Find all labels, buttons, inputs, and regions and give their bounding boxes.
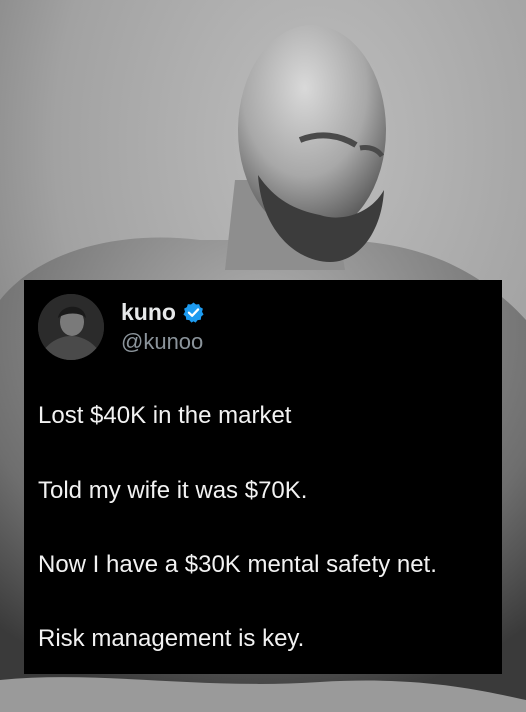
- tweet-text-line: Lost $40K in the market: [38, 402, 292, 429]
- user-avatar[interactable]: [38, 294, 104, 360]
- verified-badge-icon: [183, 302, 204, 323]
- tweet-card: kuno @kunoo Lost $40K in the market Told…: [24, 280, 502, 674]
- tweet-text-line: Now I have a $30K mental safety net.: [38, 551, 437, 578]
- display-name[interactable]: kuno: [121, 298, 176, 326]
- tweet-text-line: Told my wife it was $70K.: [38, 477, 308, 504]
- user-handle[interactable]: @kunoo: [121, 328, 203, 356]
- tweet-text-line: Risk management is key.: [38, 625, 305, 652]
